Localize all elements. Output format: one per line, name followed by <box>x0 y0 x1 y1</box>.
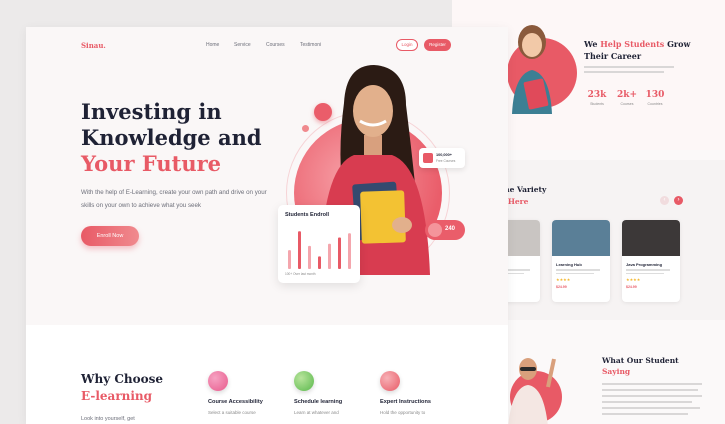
enroll-bar <box>298 231 301 269</box>
students-enroll-card: Students Endroll 100+ Over last month <box>278 205 360 283</box>
course-price: $24.99 <box>626 285 637 289</box>
back-desc-line <box>584 66 674 68</box>
feature-course-accessibility: Course Accessibility Select a suitable c… <box>208 371 298 415</box>
enroll-bar <box>288 250 291 269</box>
enroll-card-title: Students Endroll <box>285 212 329 218</box>
hero-description: With the help of E-Learning, create your… <box>81 189 267 209</box>
hero-title: Investing in Knowledge and Your Future <box>81 99 262 176</box>
stat-students: 23k Students <box>587 90 607 106</box>
student-count-badge: 240 <box>425 220 465 240</box>
schedule-icon <box>294 371 314 391</box>
back-student-photo <box>512 25 552 114</box>
why-choose-section: Why Choose E-learning Look into yourself… <box>26 325 508 424</box>
nav-service[interactable]: Service <box>234 42 251 48</box>
course-title: Learning Hub <box>556 262 582 267</box>
course-price: $24.99 <box>556 285 567 289</box>
variety-next-button[interactable]: › <box>674 196 683 205</box>
enroll-bar-chart <box>288 231 351 269</box>
testimonial-title: What Our Student Saying <box>602 356 679 376</box>
feature-expert-instructions: Expert Instructions Hold the opportunity… <box>380 371 470 415</box>
enroll-bar <box>328 243 331 269</box>
stat-countries: 130 Countries <box>645 90 665 106</box>
stat-courses: 2k+ Courses <box>616 90 638 106</box>
why-subtitle: Look into yourself, get <box>81 416 135 422</box>
enroll-bar <box>308 245 311 269</box>
course-image <box>622 220 680 256</box>
top-nav: Sinau. Home Service Courses Testimoni Lo… <box>26 27 508 65</box>
course-card[interactable]: Learning Hub ★★★★ $24.99 <box>552 220 610 302</box>
free-courses-badge: 100,000+ Free Courses <box>419 148 465 168</box>
why-title: Why Choose E-learning <box>81 372 164 403</box>
nav-home[interactable]: Home <box>206 42 219 48</box>
instructor-icon <box>380 371 400 391</box>
nav-testimoni[interactable]: Testimoni <box>300 42 321 48</box>
book-icon <box>423 153 433 163</box>
front-mockup: Sinau. Home Service Courses Testimoni Lo… <box>26 27 508 424</box>
course-image <box>552 220 610 256</box>
nav-courses[interactable]: Courses <box>266 42 285 48</box>
login-button[interactable]: Login <box>396 39 418 51</box>
enroll-now-button[interactable]: Enroll Now <box>81 226 139 246</box>
accessibility-icon <box>208 371 228 391</box>
course-rating: ★★★★ <box>556 277 571 282</box>
logo[interactable]: Sinau. <box>81 41 106 50</box>
register-button[interactable]: Register <box>424 39 451 51</box>
feature-schedule-learning: Schedule learning Learn at whatever and <box>294 371 384 415</box>
enroll-bar <box>318 256 321 269</box>
user-icon <box>428 223 442 237</box>
back-help-heading: We Help Students Grow Their Career <box>584 39 691 61</box>
back-desc-line <box>584 71 664 73</box>
enroll-bar <box>348 233 351 269</box>
course-rating: ★★★★ <box>626 277 641 282</box>
enroll-bar <box>338 237 341 269</box>
variety-prev-button[interactable]: ‹ <box>660 196 669 205</box>
enroll-card-footer: 100+ Over last month <box>285 272 316 276</box>
course-card[interactable]: Java Programming ★★★★ $24.99 <box>622 220 680 302</box>
testimonial-student-photo <box>508 358 562 424</box>
course-title: Java Programming <box>626 262 663 267</box>
